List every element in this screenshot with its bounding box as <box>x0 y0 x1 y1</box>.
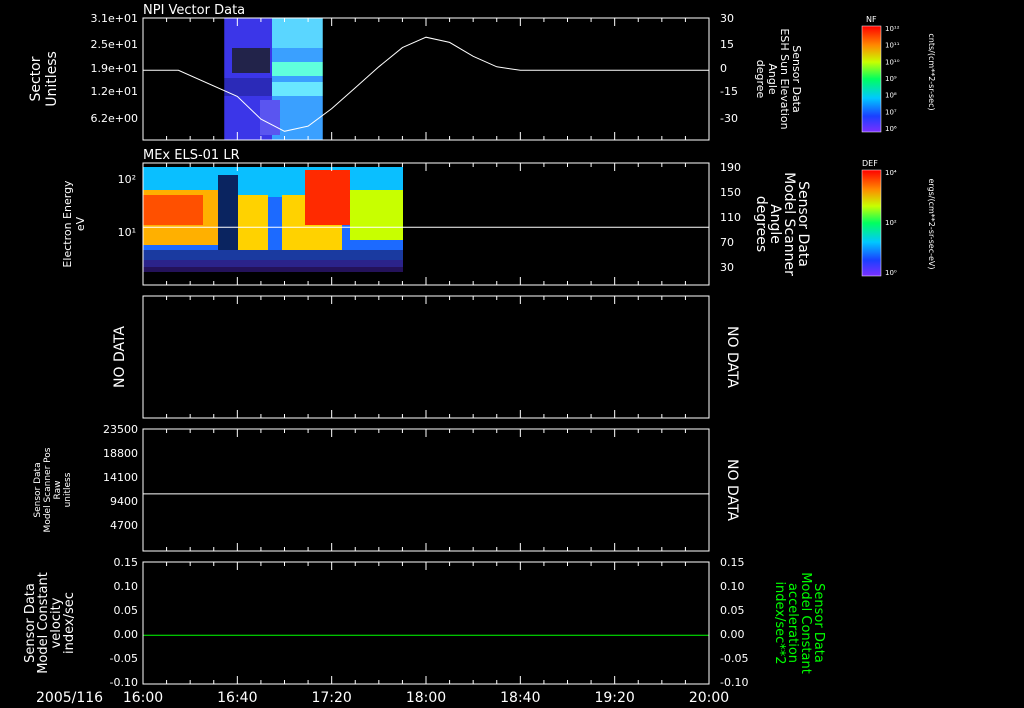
no-data-label: NO DATA <box>112 326 128 388</box>
left-axis: 10² 10¹ Electron Energy eV <box>61 173 136 268</box>
colorbar-tick-label: 10⁰ <box>885 269 897 277</box>
npi-spectrogram <box>223 17 324 141</box>
y-axis-label: degrees <box>753 196 769 252</box>
panel-scanner-pos: 23500 18800 14100 9400 4700 Sensor Data … <box>33 423 740 552</box>
x-ticks <box>142 562 710 684</box>
y-tick-label: 0.05 <box>720 604 745 617</box>
colorbar-tick-label: 10⁷ <box>885 108 897 116</box>
colorbar-tick-label: 10⁶ <box>885 125 897 133</box>
chart-figure: NPI Vector Data 3.1e+01 2.5e+01 1.9e+01 … <box>23 3 936 706</box>
y-tick-label: 150 <box>720 186 741 199</box>
colorbar-tag: DEF <box>862 159 878 168</box>
colorbar-unit: ergs/(cm**2-sr-sec-eV) <box>927 178 936 269</box>
y-tick-label: 14100 <box>103 471 138 484</box>
y-tick-label: 6.2e+00 <box>91 112 138 125</box>
colorbar-tick-label: 10² <box>885 219 897 227</box>
time-tick-label: 19:20 <box>594 690 634 706</box>
y-tick-label: 2.5e+01 <box>91 38 138 51</box>
y-tick-label: 18800 <box>103 447 138 460</box>
y-tick-label: 0.10 <box>720 580 745 593</box>
y-tick-label: 4700 <box>110 519 138 532</box>
y-tick-label: 190 <box>720 161 741 174</box>
y-tick-label: 30 <box>720 12 734 25</box>
y-tick-label: 23500 <box>103 423 138 436</box>
left-axis: 3.1e+01 2.5e+01 1.9e+01 1.2e+01 6.2e+00 … <box>28 12 138 125</box>
y-axis-label: Raw <box>53 481 63 500</box>
right-axis: 30 15 0 -15 -30 Sensor Data ESH Sun Elev… <box>720 12 803 130</box>
no-data-label: NO DATA <box>724 326 740 388</box>
colorbar-tick-label: 10¹⁰ <box>885 58 900 66</box>
y-tick-label: -0.05 <box>110 652 138 665</box>
y-tick-label: 0.15 <box>720 556 745 569</box>
y-tick-label: 15 <box>720 38 734 51</box>
y-tick-label: 9400 <box>110 495 138 508</box>
y-tick-label: -0.10 <box>720 676 748 689</box>
y-tick-label: -0.05 <box>720 652 748 665</box>
panel-title: NPI Vector Data <box>143 3 245 18</box>
x-ticks <box>142 429 710 551</box>
y-tick-label: 1.2e+01 <box>91 85 138 98</box>
y-tick-label: 10¹ <box>118 226 136 239</box>
els-spectrogram <box>143 167 403 272</box>
panel-frame <box>142 428 710 552</box>
y-tick-label: 10² <box>118 173 136 186</box>
colorbar-tick-label: 10⁴ <box>885 169 897 177</box>
x-ticks <box>142 296 710 418</box>
time-axis: 2005/116 16:00 16:40 17:20 18:00 18:40 19:20 2… <box>36 690 729 706</box>
y-tick-label: 0.15 <box>114 556 139 569</box>
y-tick-label: 3.1e+01 <box>91 12 138 25</box>
time-tick-label: 18:40 <box>500 690 540 706</box>
y-axis-label: Sector <box>28 56 44 101</box>
colorbar-nf: NF 10¹² 10¹¹ 10¹⁰ 10⁹ 10⁸ 10⁷ 10⁶ cnts/(cm**2-… <box>861 15 936 133</box>
date-label: 2005/116 <box>36 690 103 706</box>
y-axis-label: unitless <box>63 472 73 507</box>
panel-title: MEx ELS-01 LR <box>143 148 240 163</box>
time-tick-label: 17:20 <box>311 690 351 706</box>
panel-frame <box>142 561 710 685</box>
colorbar <box>861 25 882 133</box>
y-tick-label: 0.10 <box>114 580 139 593</box>
y-tick-label: -30 <box>720 112 738 125</box>
right-axis: 0.15 0.10 0.05 0.00 -0.05 -0.10 Sensor D… <box>720 556 826 689</box>
time-tick-label: 20:00 <box>689 690 729 706</box>
y-tick-label: 70 <box>720 236 734 249</box>
y-axis-label: degree <box>754 60 767 99</box>
colorbar-unit: cnts/(cm**2-sr-sec) <box>927 33 936 110</box>
no-data-label: NO DATA <box>724 459 740 521</box>
y-tick-label: 0.05 <box>114 604 139 617</box>
y-tick-label: 1.9e+01 <box>91 62 138 75</box>
y-tick-label: 0 <box>720 62 727 75</box>
y-axis-label: Sensor Data <box>33 462 43 517</box>
y-tick-label: -0.10 <box>110 676 138 689</box>
y-tick-label: 0.00 <box>720 628 745 641</box>
y-tick-label: 30 <box>720 261 734 274</box>
colorbar-tag: NF <box>866 15 877 24</box>
right-axis: 190 150 110 70 30 Sensor Data Model Scan… <box>720 161 811 276</box>
y-axis-label: Electron Energy <box>61 180 74 268</box>
y-axis-label: Model Scanner Pos <box>43 447 53 532</box>
colorbar-tick-label: 10¹² <box>885 25 900 33</box>
y-tick-label: -15 <box>720 85 738 98</box>
panel-els: MEx ELS-01 LR 10² 10¹ Electron Energy eV… <box>61 148 811 286</box>
time-tick-label: 18:00 <box>406 690 446 706</box>
y-axis-label: eV <box>74 216 87 231</box>
panel-constant: 0.15 0.10 0.05 0.00 -0.05 -0.10 Sensor D… <box>23 556 826 689</box>
panel-frame <box>142 295 710 419</box>
y-axis-label: index/sec <box>62 592 77 654</box>
left-axis: 23500 18800 14100 9400 4700 Sensor Data … <box>33 423 138 532</box>
y-tick-label: 110 <box>720 211 741 224</box>
panel-npi: NPI Vector Data 3.1e+01 2.5e+01 1.9e+01 … <box>28 3 803 141</box>
colorbar-tick-label: 10⁹ <box>885 75 897 83</box>
colorbar-def: DEF 10⁴ 10² 10⁰ ergs/(cm**2-sr-sec-eV) <box>861 159 936 277</box>
panel-no-data: NO DATA NO DATA <box>112 295 740 419</box>
y-axis-label: index/sec**2 <box>772 581 787 664</box>
time-tick-label: 16:00 <box>123 690 163 706</box>
left-axis: 0.15 0.10 0.05 0.00 -0.05 -0.10 Sensor D… <box>23 556 138 689</box>
y-tick-label: 0.00 <box>114 628 139 641</box>
colorbar <box>861 169 882 277</box>
colorbar-tick-label: 10⁸ <box>885 92 897 100</box>
time-tick-label: 16:40 <box>217 690 257 706</box>
colorbar-tick-label: 10¹¹ <box>885 42 900 50</box>
y-axis-label: Unitless <box>44 51 60 107</box>
